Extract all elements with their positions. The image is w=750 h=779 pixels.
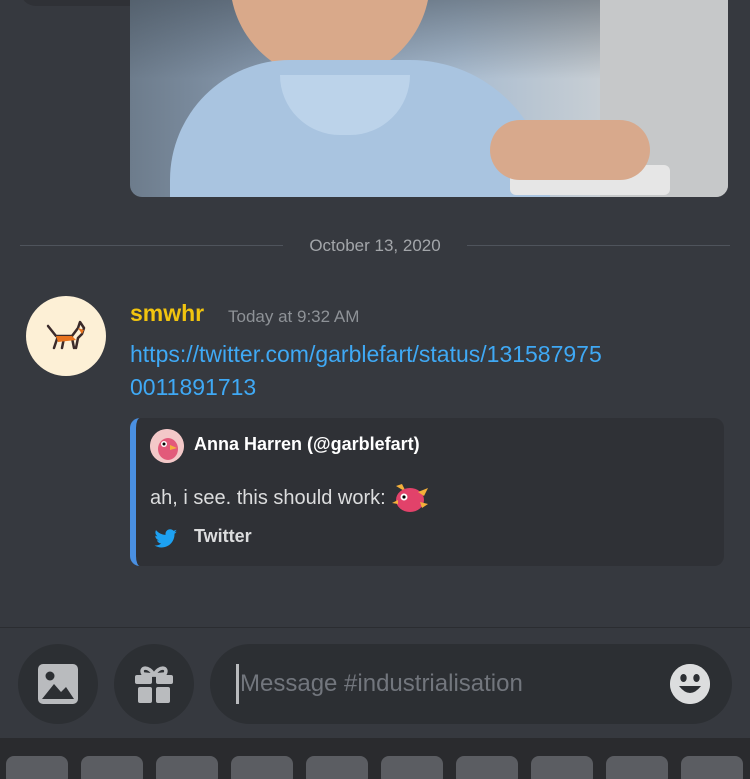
emoji-button[interactable] <box>670 664 710 704</box>
embed-author-name[interactable]: Anna Harren (@garblefart) <box>194 434 420 455</box>
message-composer[interactable] <box>210 644 732 724</box>
message-username[interactable]: smwhr <box>130 300 204 327</box>
twitter-icon <box>154 529 177 548</box>
emoji-icon <box>670 664 710 704</box>
message-timestamp: Today at 9:32 AM <box>228 307 360 326</box>
date-divider: October 13, 2020 <box>20 232 730 260</box>
image-icon <box>38 664 78 704</box>
keyboard-key[interactable] <box>681 756 743 779</box>
bird-avatar-icon <box>150 429 184 463</box>
date-divider-label: October 13, 2020 <box>309 236 441 255</box>
message-input[interactable] <box>240 662 660 706</box>
keyboard-key[interactable] <box>231 756 293 779</box>
gift-button[interactable] <box>114 644 194 724</box>
bird-emoji-icon <box>391 484 428 512</box>
embed-description: ah, i see. this should work: <box>150 480 430 516</box>
keyboard-key[interactable] <box>381 756 443 779</box>
message-link[interactable]: https://twitter.com/garblefart/status/13… <box>130 338 610 404</box>
keyboard-key[interactable] <box>306 756 368 779</box>
image-hand <box>490 120 650 180</box>
divider-line-right <box>467 245 730 246</box>
gift-icon <box>135 666 173 703</box>
keyboard-key[interactable] <box>6 756 68 779</box>
keyboard-key[interactable] <box>156 756 218 779</box>
embed-description-text: ah, i see. this should work: <box>150 486 386 509</box>
upload-image-button[interactable] <box>18 644 98 724</box>
keyboard-strip <box>0 738 750 779</box>
keyboard-key[interactable] <box>606 756 668 779</box>
keyboard-key[interactable] <box>81 756 143 779</box>
previous-message-image[interactable] <box>130 0 728 197</box>
twitter-embed[interactable]: Anna Harren (@garblefart) ah, i see. thi… <box>130 418 724 566</box>
user-avatar[interactable] <box>26 296 106 376</box>
keyboard-key[interactable] <box>456 756 518 779</box>
fox-logo-icon <box>46 320 86 350</box>
embed-author-avatar[interactable] <box>150 429 184 463</box>
keyboard-key[interactable] <box>531 756 593 779</box>
embed-footer-label: Twitter <box>194 526 252 546</box>
text-caret <box>236 664 239 704</box>
